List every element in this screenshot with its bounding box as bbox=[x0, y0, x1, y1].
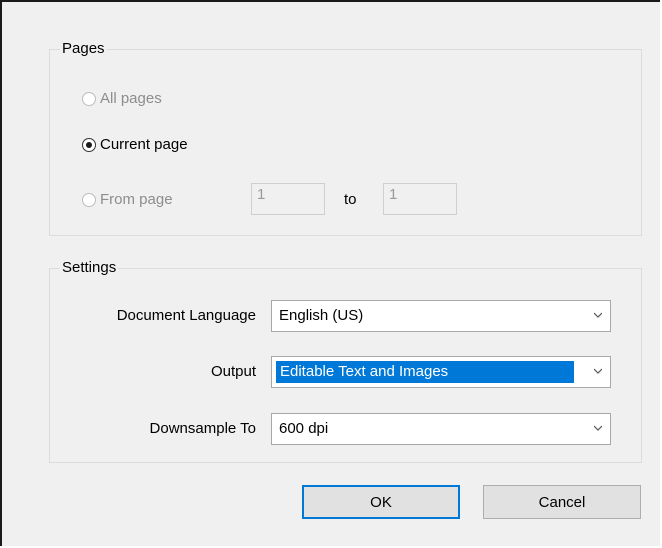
chevron-down-icon bbox=[594, 368, 602, 374]
pages-group-title: Pages bbox=[60, 40, 107, 57]
downsample-value: 600 dpi bbox=[279, 420, 329, 437]
chevron-down-icon bbox=[594, 312, 602, 318]
downsample-select[interactable]: 600 dpi bbox=[271, 413, 611, 445]
from-page-radio[interactable]: From page bbox=[82, 191, 173, 208]
radio-icon bbox=[82, 192, 96, 207]
all-pages-label: All pages bbox=[100, 90, 162, 107]
from-page-label: From page bbox=[100, 191, 173, 208]
current-page-radio[interactable]: Current page bbox=[82, 136, 188, 153]
radio-icon bbox=[82, 91, 96, 106]
output-value: Editable Text and Images bbox=[276, 361, 574, 383]
document-language-value: English (US) bbox=[279, 307, 364, 324]
to-label: to bbox=[344, 191, 357, 208]
output-label: Output bbox=[210, 363, 256, 380]
document-language-label: Document Language bbox=[116, 307, 256, 324]
cancel-button[interactable]: Cancel bbox=[483, 485, 641, 519]
radio-checked-icon bbox=[82, 137, 96, 152]
chevron-down-icon bbox=[594, 425, 602, 431]
settings-group-title: Settings bbox=[60, 259, 119, 276]
ocr-settings-dialog: Pages All pages Current page From page 1… bbox=[0, 0, 660, 546]
output-select[interactable]: Editable Text and Images bbox=[271, 356, 611, 388]
downsample-label: Downsample To bbox=[149, 420, 256, 437]
document-language-select[interactable]: English (US) bbox=[271, 300, 611, 332]
current-page-label: Current page bbox=[100, 136, 188, 153]
all-pages-radio[interactable]: All pages bbox=[82, 90, 162, 107]
from-page-input[interactable]: 1 bbox=[251, 183, 325, 215]
ok-button[interactable]: OK bbox=[302, 485, 460, 519]
to-page-input[interactable]: 1 bbox=[383, 183, 457, 215]
